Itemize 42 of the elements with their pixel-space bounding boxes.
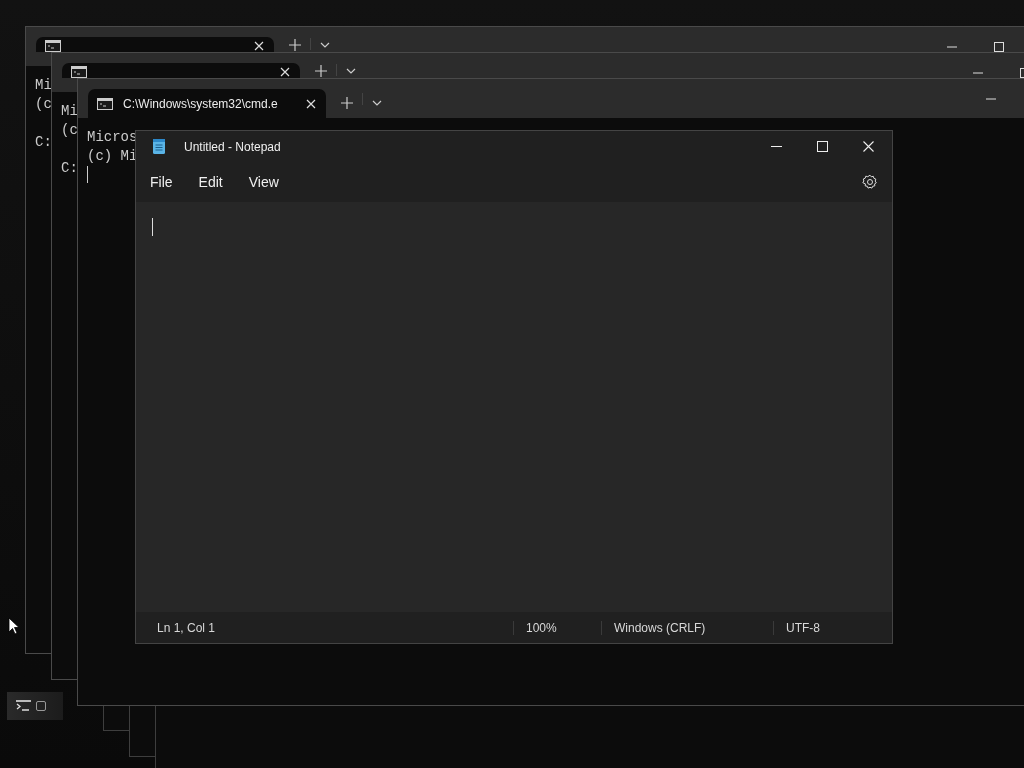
close-icon[interactable]: [306, 98, 316, 109]
terminal-icon: [45, 40, 61, 52]
chevron-down-icon[interactable]: [346, 68, 356, 74]
close-icon[interactable]: [280, 67, 290, 77]
console-text: Mi: [61, 102, 78, 121]
window-title: Untitled - Notepad: [184, 139, 281, 154]
terminal-tab[interactable]: C:\Windows\system32\cmd.e: [88, 89, 326, 118]
console-text: (c: [61, 121, 78, 140]
status-text: Windows (CRLF): [601, 620, 773, 635]
status-text: 100%: [513, 620, 601, 635]
close-icon[interactable]: [254, 41, 264, 51]
terminal-icon: [71, 66, 87, 78]
console-text: (c) Mi: [87, 147, 138, 166]
taskbar-button[interactable]: [7, 692, 63, 720]
text-cursor: [152, 218, 153, 236]
plus-icon[interactable]: [341, 97, 353, 109]
terminal-tab[interactable]: [62, 63, 300, 78]
status-text: UTF-8: [773, 620, 820, 635]
tab-title: C:\Windows\system32\cmd.e: [123, 96, 279, 111]
chevron-down-icon[interactable]: [320, 42, 330, 48]
menu-item[interactable]: Edit: [198, 174, 223, 190]
terminal-tab[interactable]: [36, 37, 274, 52]
plus-icon[interactable]: [315, 65, 327, 77]
terminal-icon: [97, 97, 113, 110]
menu-item[interactable]: View: [248, 174, 279, 190]
console-text: (c: [35, 95, 52, 114]
notepad-icon: [152, 138, 166, 155]
status-text: Ln 1, Col 1: [156, 620, 217, 635]
console-text: Mi: [35, 76, 52, 95]
terminal-icon: [16, 700, 31, 712]
menu-item[interactable]: File: [150, 174, 173, 190]
maximize-icon[interactable]: [817, 141, 828, 152]
chevron-down-icon[interactable]: [372, 100, 382, 106]
plus-icon[interactable]: [289, 39, 301, 51]
console-prompt: C:: [35, 133, 52, 152]
console-text: Micros: [87, 128, 138, 147]
window-icon: [36, 701, 46, 711]
console-prompt: C:: [61, 159, 78, 178]
settings-icon[interactable]: [862, 174, 878, 190]
close-icon[interactable]: [863, 141, 874, 152]
mouse-pointer-icon: [8, 617, 20, 635]
maximize-icon[interactable]: [994, 42, 1004, 52]
